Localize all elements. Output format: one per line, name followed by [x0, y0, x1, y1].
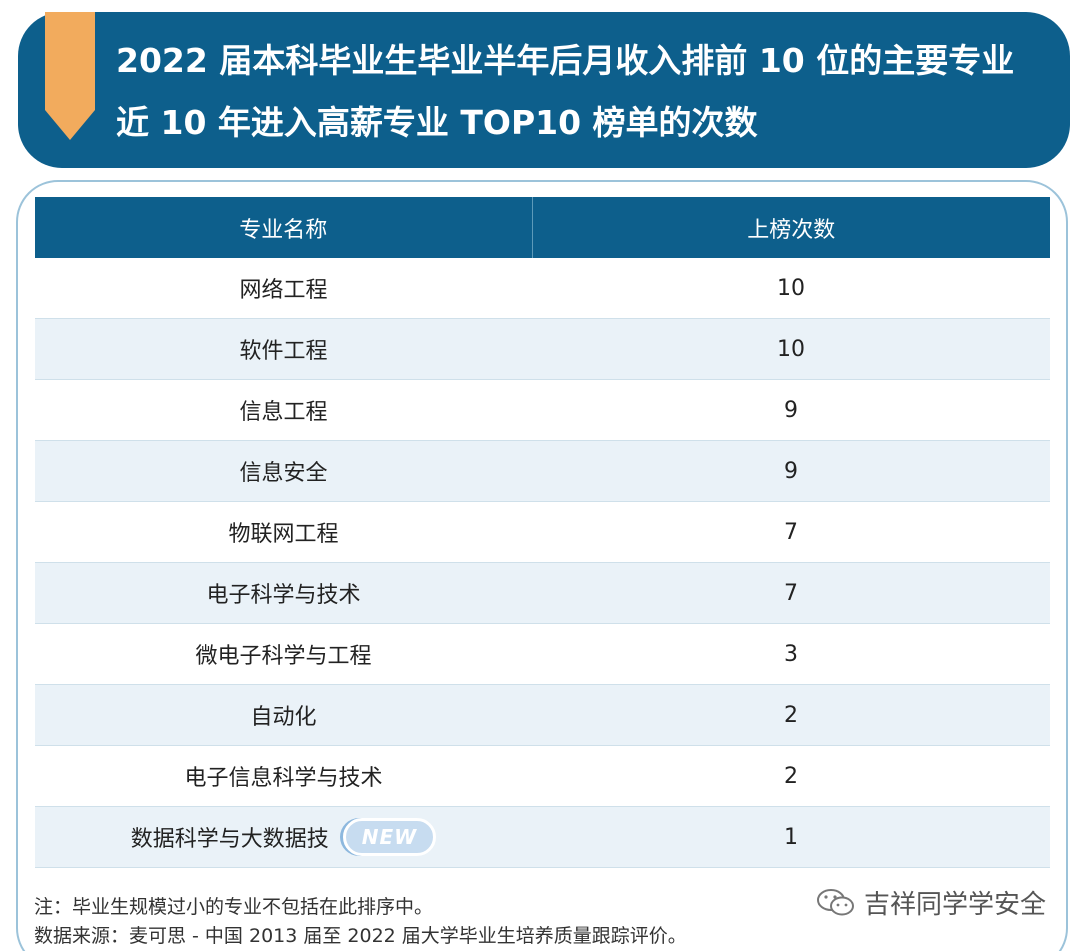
table-row: 电子科学与技术 7: [35, 562, 1050, 624]
watermark-text: 吉祥同学学安全: [863, 890, 1046, 920]
table-row: 微电子科学与工程 3: [35, 623, 1050, 685]
rank-count: 7: [532, 501, 1050, 563]
footnotes: 注：毕业生规模过小的专业不包括在此排序中。 数据来源：麦可思 - 中国 2013…: [34, 893, 687, 951]
major-name: 网络工程: [35, 258, 532, 319]
table-row: 自动化 2: [35, 684, 1050, 746]
column-header-count: 上榜次数: [532, 197, 1050, 258]
new-badge: NEW: [342, 818, 437, 856]
major-name: 软件工程: [35, 318, 532, 380]
rank-count: 7: [532, 562, 1050, 624]
footnote-note: 注：毕业生规模过小的专业不包括在此排序中。: [34, 896, 434, 918]
footnote-source: 数据来源：麦可思 - 中国 2013 届至 2022 届大学毕业生培养质量跟踪评…: [34, 925, 687, 947]
table-row: 数据科学与大数据技 NEW 1: [35, 806, 1050, 868]
major-name: 电子科学与技术: [35, 562, 532, 624]
table-row: 信息工程 9: [35, 379, 1050, 441]
major-name: 微电子科学与工程: [35, 623, 532, 685]
major-name-wrap: 数据科学与大数据技 NEW: [130, 818, 437, 856]
table-row: 电子信息科学与技术 2: [35, 745, 1050, 807]
rank-count: 9: [532, 379, 1050, 441]
rank-count: 2: [532, 745, 1050, 807]
header-title: 2022 届本科毕业生毕业半年后月收入排前 10 位的主要专业 近 10 年进入…: [116, 30, 1014, 154]
rank-count: 3: [532, 623, 1050, 685]
major-name: 物联网工程: [35, 501, 532, 563]
table-row: 物联网工程 7: [35, 501, 1050, 563]
table-row: 软件工程 10: [35, 318, 1050, 380]
rank-count: 9: [532, 440, 1050, 502]
rank-count: 2: [532, 684, 1050, 746]
major-name-cell: 数据科学与大数据技 NEW: [35, 806, 532, 868]
table-header-row: 专业名称 上榜次数: [35, 197, 1050, 258]
table-row: 网络工程 10: [35, 258, 1050, 319]
title-line-2: 近 10 年进入高薪专业 TOP10 榜单的次数: [116, 103, 758, 142]
ranking-table: 专业名称 上榜次数 网络工程 10 软件工程 10 信息工程 9 信息安全 9: [35, 197, 1050, 868]
rank-count: 10: [532, 318, 1050, 380]
major-name: 信息安全: [35, 440, 532, 502]
title-line-1: 2022 届本科毕业生毕业半年后月收入排前 10 位的主要专业: [116, 41, 1015, 80]
wechat-icon: [816, 888, 854, 915]
major-name: 信息工程: [35, 379, 532, 441]
column-header-major: 专业名称: [35, 197, 533, 258]
rank-count: 10: [532, 258, 1050, 319]
bookmark-ribbon-icon: [45, 12, 95, 140]
major-name: 电子信息科学与技术: [35, 745, 532, 807]
watermark: 吉祥同学学安全: [816, 884, 1046, 921]
major-name: 自动化: [35, 684, 532, 746]
rank-count: 1: [532, 806, 1050, 868]
table-row: 信息安全 9: [35, 440, 1050, 502]
page: 2022 届本科毕业生毕业半年后月收入排前 10 位的主要专业 近 10 年进入…: [0, 0, 1080, 951]
major-name: 数据科学与大数据技: [130, 827, 329, 852]
